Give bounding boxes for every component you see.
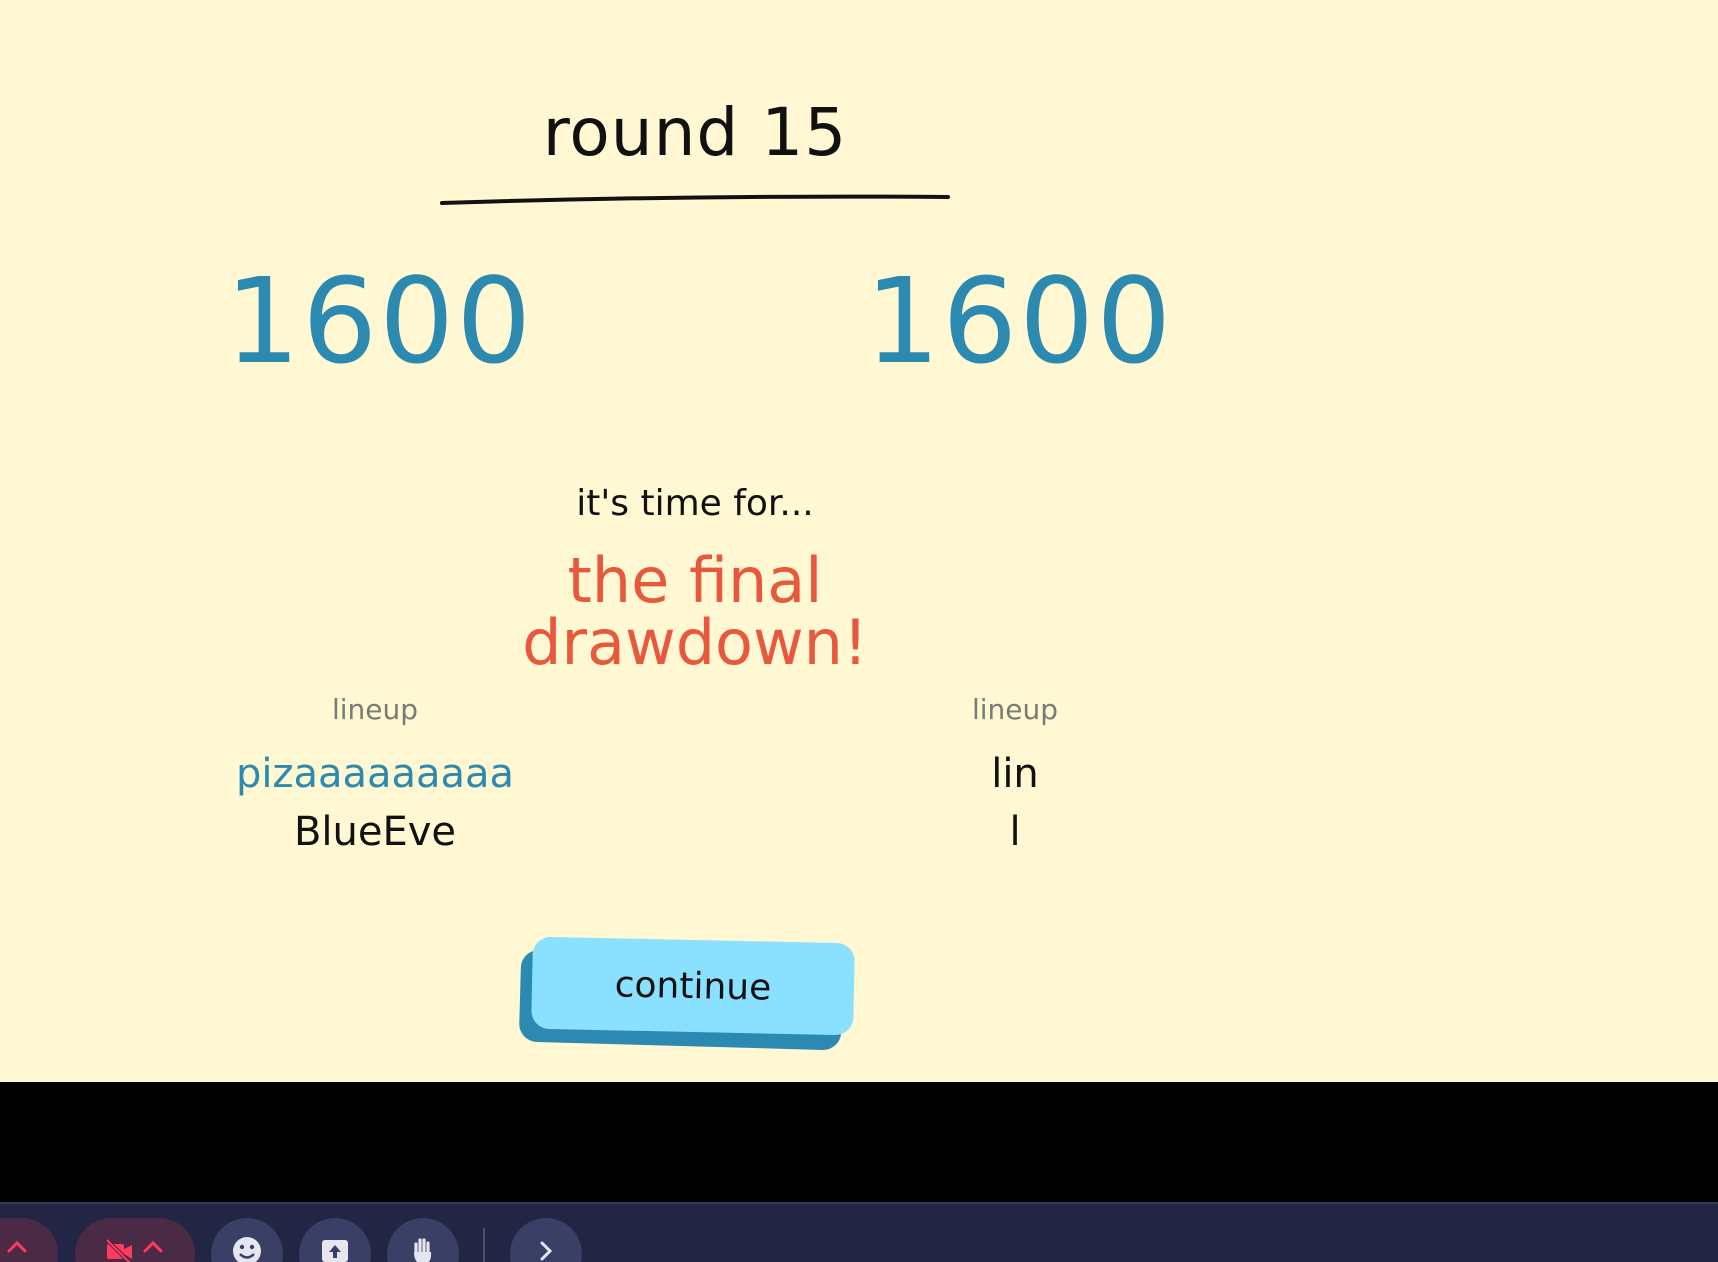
player-name: l — [1009, 809, 1021, 855]
chevron-up-icon — [143, 1240, 163, 1253]
mic-button[interactable] — [0, 1218, 58, 1262]
share-screen-icon — [322, 1240, 348, 1262]
call-toolbar — [0, 1202, 1718, 1262]
round-title: round 15 — [542, 94, 848, 171]
lineup-label: lineup — [331, 693, 419, 726]
more-button[interactable] — [510, 1218, 582, 1262]
video-button[interactable] — [75, 1218, 195, 1262]
player-name: lin — [991, 751, 1039, 797]
left-team-lineup: lineup pizaaaaaaaaa BlueEve — [205, 693, 545, 855]
emoji-icon — [233, 1237, 261, 1262]
lineup-label: lineup — [971, 693, 1059, 726]
video-off-icon — [105, 1238, 132, 1262]
share-screen-button[interactable] — [299, 1218, 371, 1262]
right-team-lineup: lineup lin l — [845, 693, 1185, 855]
right-team-score: 1600 — [865, 252, 1174, 390]
chevron-right-icon — [540, 1241, 553, 1261]
announcement-headline: the final drawdown! — [522, 544, 868, 679]
raise-hand-icon — [414, 1238, 432, 1262]
player-name: BlueEve — [293, 809, 457, 855]
left-team-score: 1600 — [225, 252, 534, 390]
toolbar-divider — [483, 1228, 485, 1262]
raise-hand-button[interactable] — [387, 1218, 459, 1262]
announcement-intro: it's time for... — [576, 483, 814, 524]
chevron-up-icon — [7, 1240, 27, 1253]
continue-button[interactable]: continue — [531, 936, 855, 1036]
title-underline — [440, 194, 950, 205]
reactions-button[interactable] — [211, 1218, 283, 1262]
game-screen: round 15 1600 1600 it's time for... the … — [0, 0, 1718, 1082]
continue-button-group: continue — [518, 936, 858, 1060]
player-name: pizaaaaaaaaa — [235, 751, 515, 797]
